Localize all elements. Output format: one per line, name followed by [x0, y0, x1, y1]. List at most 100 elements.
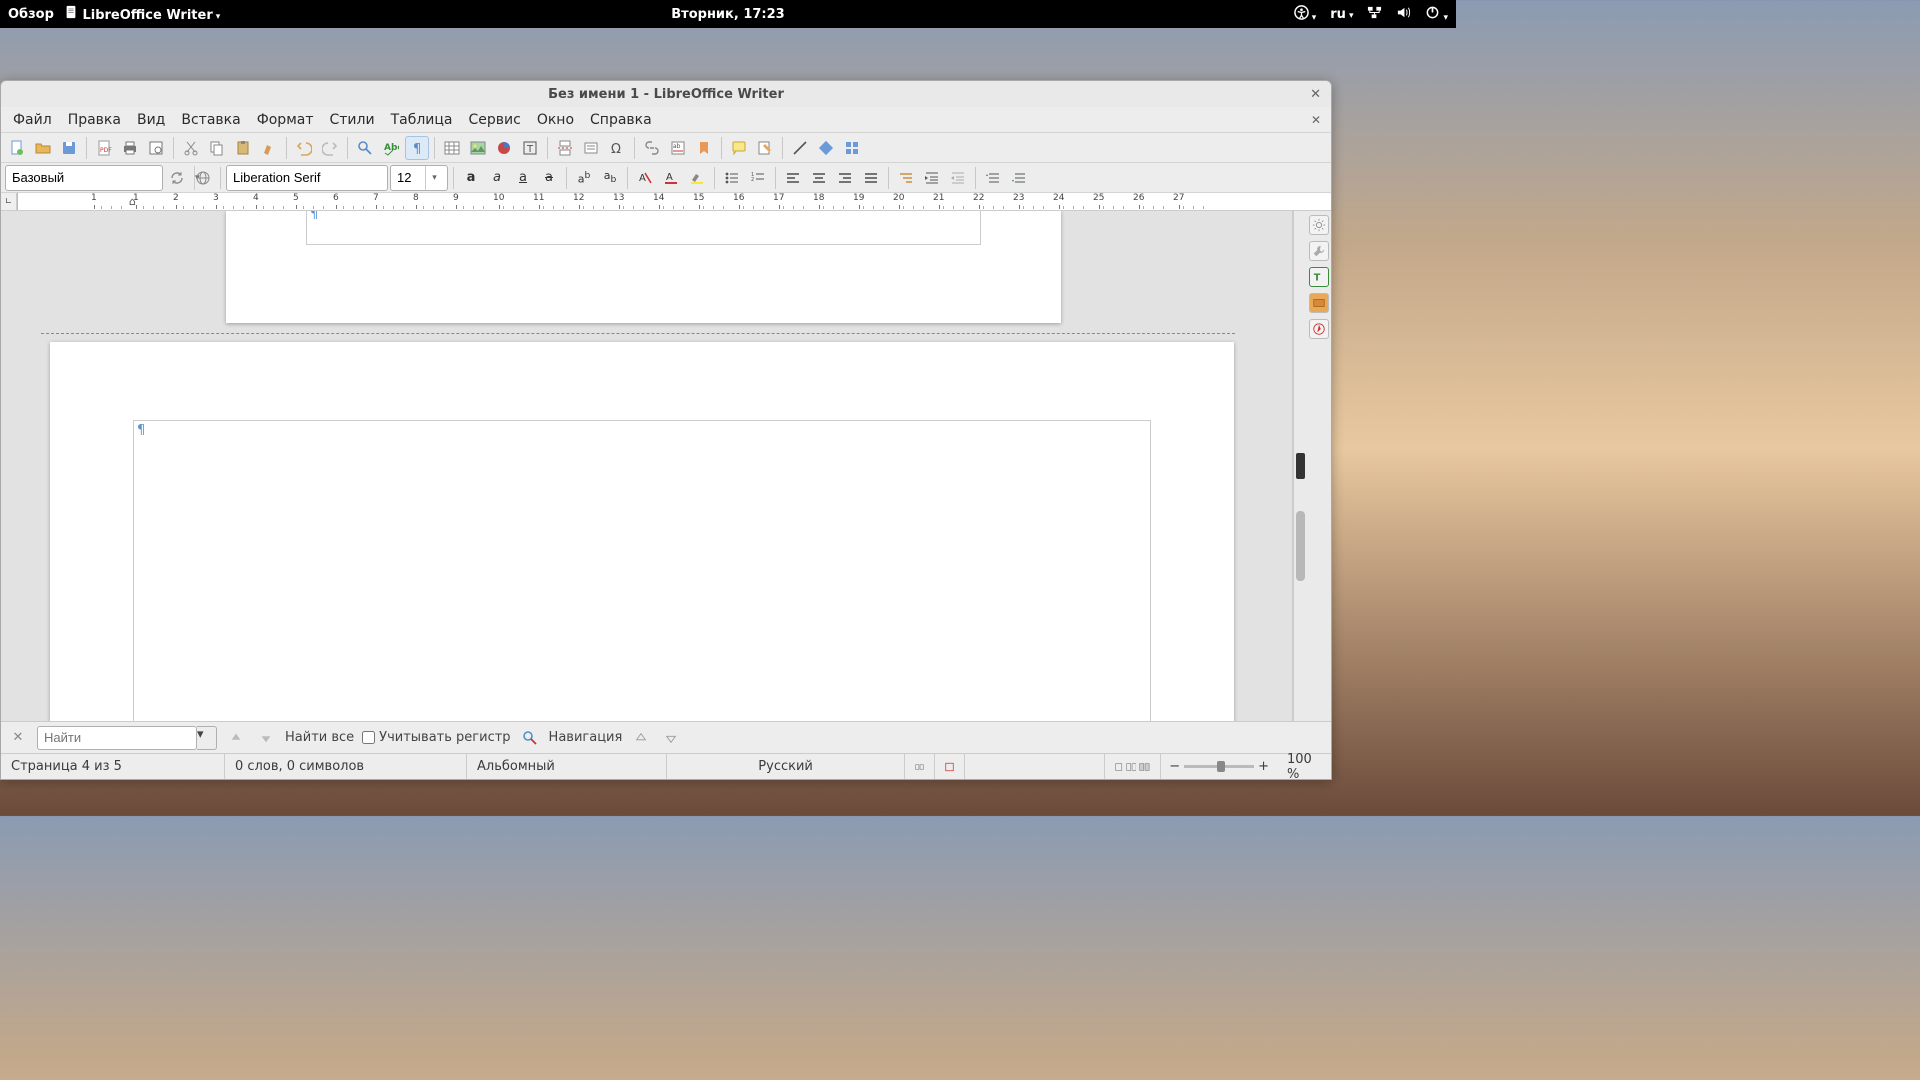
insert-image-button[interactable] — [466, 136, 490, 160]
paragraph-style-combo[interactable]: ▾ — [5, 165, 163, 191]
chevron-down-icon[interactable]: ▾ — [425, 166, 443, 190]
print-button[interactable] — [118, 136, 142, 160]
titlebar[interactable]: Без имени 1 - LibreOffice Writer ✕ — [1, 81, 1331, 107]
new-button[interactable] — [5, 136, 29, 160]
insert-line-button[interactable] — [788, 136, 812, 160]
copy-button[interactable] — [205, 136, 229, 160]
zoom-value[interactable]: 100 % — [1277, 754, 1331, 779]
clear-formatting-button[interactable]: A — [633, 166, 657, 190]
open-button[interactable] — [31, 136, 55, 160]
underline-button[interactable]: a — [511, 166, 535, 190]
increase-indent-button[interactable] — [920, 166, 944, 190]
font-name-combo[interactable]: ▾ — [226, 165, 388, 191]
document-canvas[interactable]: ¶ ¶ — [1, 211, 1293, 721]
insert-hyperlink-button[interactable] — [640, 136, 664, 160]
find-previous-button[interactable] — [225, 727, 247, 749]
menu-tools[interactable]: Сервис — [461, 109, 529, 131]
status-language[interactable]: Русский — [667, 754, 905, 779]
status-page[interactable]: Страница 4 из 5 — [1, 754, 225, 779]
justify-button[interactable] — [859, 166, 883, 190]
font-color-button[interactable]: A — [659, 166, 683, 190]
font-size-input[interactable] — [391, 167, 425, 189]
subscript-button[interactable]: ab — [598, 166, 622, 190]
find-and-replace-button[interactable] — [519, 727, 541, 749]
find-all-button[interactable]: Найти все — [285, 730, 354, 745]
close-findbar-button[interactable]: ✕ — [7, 727, 29, 749]
track-changes-button[interactable] — [753, 136, 777, 160]
decrease-spacing-button[interactable] — [1007, 166, 1031, 190]
insert-footnote-button[interactable]: ab — [666, 136, 690, 160]
new-style-button[interactable] — [191, 166, 215, 190]
insert-textbox-button[interactable]: T — [518, 136, 542, 160]
strikethrough-button[interactable]: a — [537, 166, 561, 190]
network-menu[interactable] — [1367, 5, 1382, 24]
insert-field-button[interactable] — [579, 136, 603, 160]
insert-mode[interactable] — [905, 754, 935, 779]
undo-button[interactable] — [292, 136, 316, 160]
menu-window[interactable]: Окно — [529, 109, 582, 131]
nav-previous-button[interactable] — [630, 727, 652, 749]
menu-table[interactable]: Таблица — [383, 109, 461, 131]
sidebar-navigator[interactable] — [1309, 319, 1329, 339]
menu-file[interactable]: Файл — [5, 109, 60, 131]
find-input[interactable] — [37, 726, 197, 750]
menu-help[interactable]: Справка — [582, 109, 660, 131]
horizontal-ruler[interactable]: 1123456789101112131415161718192021222324… — [17, 193, 1331, 210]
align-center-button[interactable] — [807, 166, 831, 190]
clock[interactable]: Вторник, 17:23 — [671, 7, 784, 22]
sidebar-properties[interactable] — [1309, 241, 1329, 261]
menu-styles[interactable]: Стили — [322, 109, 383, 131]
page-break-button[interactable] — [553, 136, 577, 160]
numbered-list-button[interactable]: 12 — [746, 166, 770, 190]
export-pdf-button[interactable]: PDF — [92, 136, 116, 160]
find-replace-button[interactable] — [353, 136, 377, 160]
selection-mode[interactable] — [935, 754, 965, 779]
update-style-button[interactable] — [165, 166, 189, 190]
sidebar-styles[interactable]: T — [1309, 267, 1329, 287]
close-document-button[interactable]: ✕ — [1311, 113, 1321, 127]
zoom-out-button[interactable]: − — [1169, 759, 1180, 774]
superscript-button[interactable]: ab — [572, 166, 596, 190]
basic-shapes-button[interactable] — [814, 136, 838, 160]
match-case-input[interactable] — [362, 731, 375, 744]
sidebar-settings[interactable] — [1309, 215, 1329, 235]
power-menu[interactable]: ▾ — [1425, 5, 1448, 24]
decrease-indent-button[interactable] — [946, 166, 970, 190]
accessibility-menu[interactable]: ▾ — [1294, 5, 1317, 24]
zoom-knob[interactable] — [1217, 761, 1225, 772]
menu-view[interactable]: Вид — [129, 109, 173, 131]
bullet-list-button[interactable] — [720, 166, 744, 190]
status-pagestyle[interactable]: Альбомный — [467, 754, 667, 779]
close-window-button[interactable]: ✕ — [1310, 87, 1321, 102]
highlight-button[interactable] — [685, 166, 709, 190]
formatting-marks-button[interactable]: ¶ — [405, 136, 429, 160]
zoom-slider[interactable]: − + — [1161, 759, 1277, 774]
outline-bullet-button[interactable] — [894, 166, 918, 190]
sidebar-gallery[interactable] — [1309, 293, 1329, 313]
align-right-button[interactable] — [833, 166, 857, 190]
font-name-input[interactable] — [227, 167, 415, 189]
zoom-in-button[interactable]: + — [1258, 759, 1269, 774]
insert-special-character-button[interactable]: Ω — [605, 136, 629, 160]
font-size-combo[interactable]: ▾ — [390, 165, 448, 191]
paste-button[interactable] — [231, 136, 255, 160]
insert-bookmark-button[interactable] — [692, 136, 716, 160]
align-left-button[interactable] — [781, 166, 805, 190]
clone-formatting-button[interactable] — [257, 136, 281, 160]
vertical-scrollbar[interactable] — [1293, 211, 1307, 721]
insert-chart-button[interactable] — [492, 136, 516, 160]
cut-button[interactable] — [179, 136, 203, 160]
status-signature[interactable] — [965, 754, 1105, 779]
keyboard-layout[interactable]: ru▾ — [1330, 7, 1353, 22]
menu-insert[interactable]: Вставка — [173, 109, 248, 131]
volume-menu[interactable] — [1396, 5, 1411, 24]
app-menu[interactable]: LibreOffice Writer▾ — [64, 5, 220, 23]
zoom-track[interactable] — [1184, 765, 1254, 768]
italic-button[interactable]: a — [485, 166, 509, 190]
show-draw-functions-button[interactable] — [840, 136, 864, 160]
menu-edit[interactable]: Правка — [60, 109, 129, 131]
save-button[interactable] — [57, 136, 81, 160]
status-wordcount[interactable]: 0 слов, 0 символов — [225, 754, 467, 779]
redo-button[interactable] — [318, 136, 342, 160]
increase-spacing-button[interactable] — [981, 166, 1005, 190]
